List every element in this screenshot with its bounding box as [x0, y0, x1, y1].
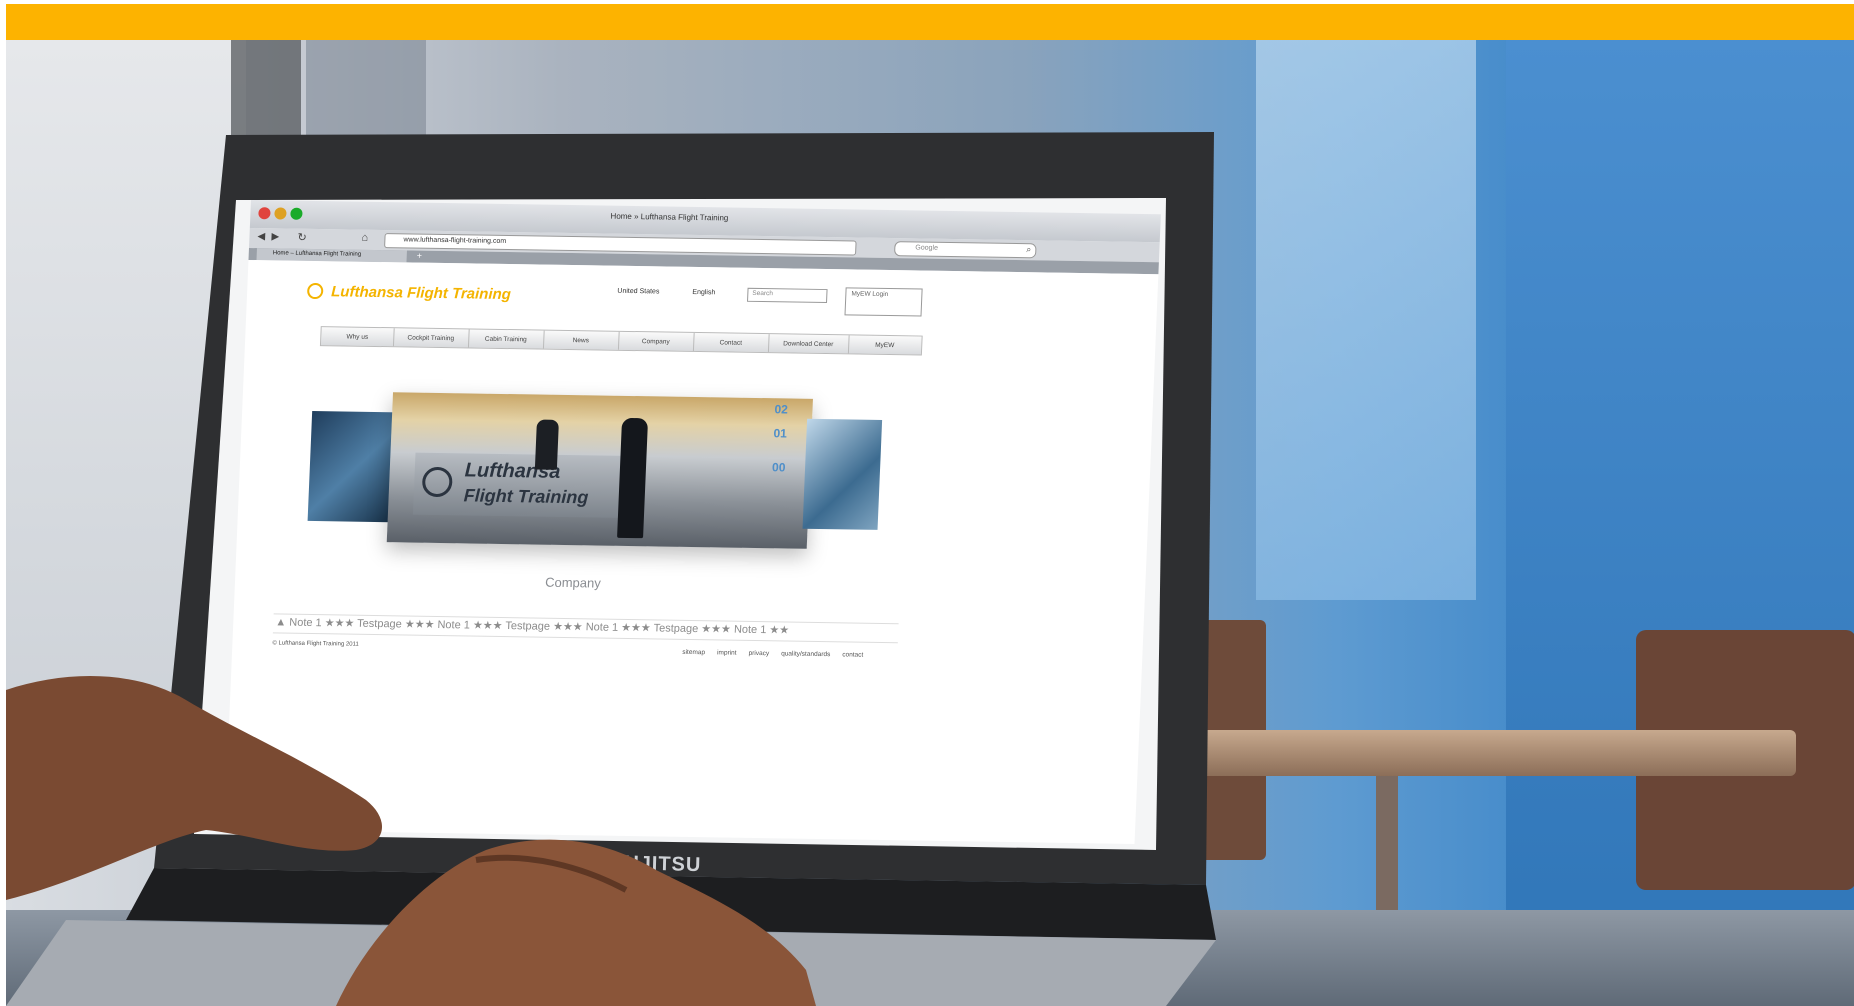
top-color-bar: [6, 4, 1854, 40]
hands: [6, 676, 816, 1006]
office-photo: FUJITSU Home » Lufthansa Flight Training…: [6, 40, 1854, 1006]
photo-frame: FUJITSU Home » Lufthansa Flight Training…: [0, 0, 1854, 1006]
